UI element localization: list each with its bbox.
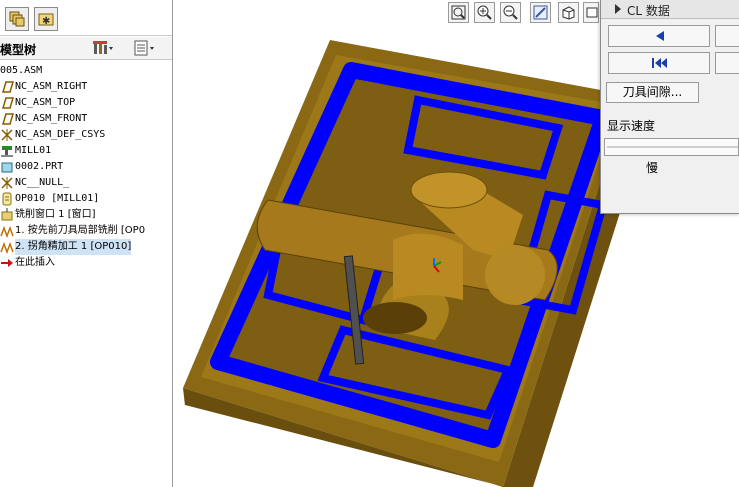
toolpath-icon xyxy=(0,241,14,254)
tree-item-label: 在此插入 xyxy=(15,257,55,268)
show-menu[interactable] xyxy=(133,39,155,57)
display-speed-label: 显示速度 xyxy=(607,119,656,133)
right-dome xyxy=(485,245,545,305)
model-tree-title: 模型树 xyxy=(0,43,37,57)
tree-item-label: 铣削窗口 1 [窗口] xyxy=(15,209,96,220)
machine-icon xyxy=(1,146,13,157)
cl-data-panel: CL 数据 xyxy=(600,0,739,214)
model-tree-header: 模型树 xyxy=(0,37,172,60)
tree-item-label: MILL01 xyxy=(15,145,52,156)
tree-item-label: 0002.PRT xyxy=(15,161,64,172)
expand-arrow-icon xyxy=(615,4,621,14)
part-icon xyxy=(1,162,13,173)
layers-icon xyxy=(9,11,25,27)
play-reverse-button[interactable] xyxy=(608,25,710,47)
display-speed-slider[interactable] xyxy=(604,138,739,156)
tree-item-label: 005.ASM xyxy=(0,65,43,76)
tree-item-label: NC__NULL_ xyxy=(15,177,70,188)
slider-track xyxy=(607,146,738,148)
tree-item-label: 2. 拐角精加工 1 [OP010] xyxy=(15,239,132,255)
forward-end-button[interactable] xyxy=(715,52,739,74)
list-icon xyxy=(134,40,154,56)
bottom-cylinder-end xyxy=(363,302,427,334)
favorites-tab[interactable]: ✱ xyxy=(34,7,58,31)
settings-menu[interactable] xyxy=(92,39,114,57)
top-cylinder-cap xyxy=(410,171,488,209)
play-reverse-icon xyxy=(656,31,664,41)
model-tree-tab[interactable] xyxy=(5,7,29,31)
mill-window-icon xyxy=(1,208,13,221)
datum-plane-icon xyxy=(1,97,14,109)
play-forward-button[interactable] xyxy=(715,25,739,47)
cl-data-title: CL 数据 xyxy=(627,4,670,18)
tree-item-label: NC_ASM_RIGHT xyxy=(15,81,88,92)
tree-item-label: NC_ASM_TOP xyxy=(15,97,76,108)
csys-icon xyxy=(1,177,13,189)
insert-arrow-icon xyxy=(1,259,13,267)
star-folder-icon: ✱ xyxy=(38,13,54,27)
tool-clearance-button[interactable]: 刀具间隙... xyxy=(606,82,699,103)
svg-text:✱: ✱ xyxy=(42,16,50,27)
operation-icon xyxy=(2,192,12,206)
tree-item-label: 1. 按先前刀具局部铣削 [OP0 xyxy=(15,225,146,236)
toolpath-icon xyxy=(0,225,14,238)
center-hub xyxy=(393,233,463,300)
rewind-button[interactable] xyxy=(608,52,710,74)
rewind-icon xyxy=(652,58,667,68)
datum-plane-icon xyxy=(1,81,14,93)
csys-icon xyxy=(1,129,13,141)
navigator-tabs: ✱ xyxy=(0,0,172,36)
datum-plane-icon xyxy=(1,113,14,125)
tree-item-label: NC_ASM_FRONT xyxy=(15,113,88,124)
cl-data-title-bar[interactable]: CL 数据 xyxy=(601,0,739,19)
tree-item-label: NC_ASM_DEF_CSYS xyxy=(15,129,106,140)
left-panel: ✱ 模型树 005.ASM NC_ASM_RIGHT NC_ASM_TOP NC… xyxy=(0,0,173,487)
slow-label: 慢 xyxy=(646,161,659,175)
tree-item-label: OP010 [MILL01] xyxy=(15,193,100,204)
tools-icon xyxy=(93,41,113,54)
